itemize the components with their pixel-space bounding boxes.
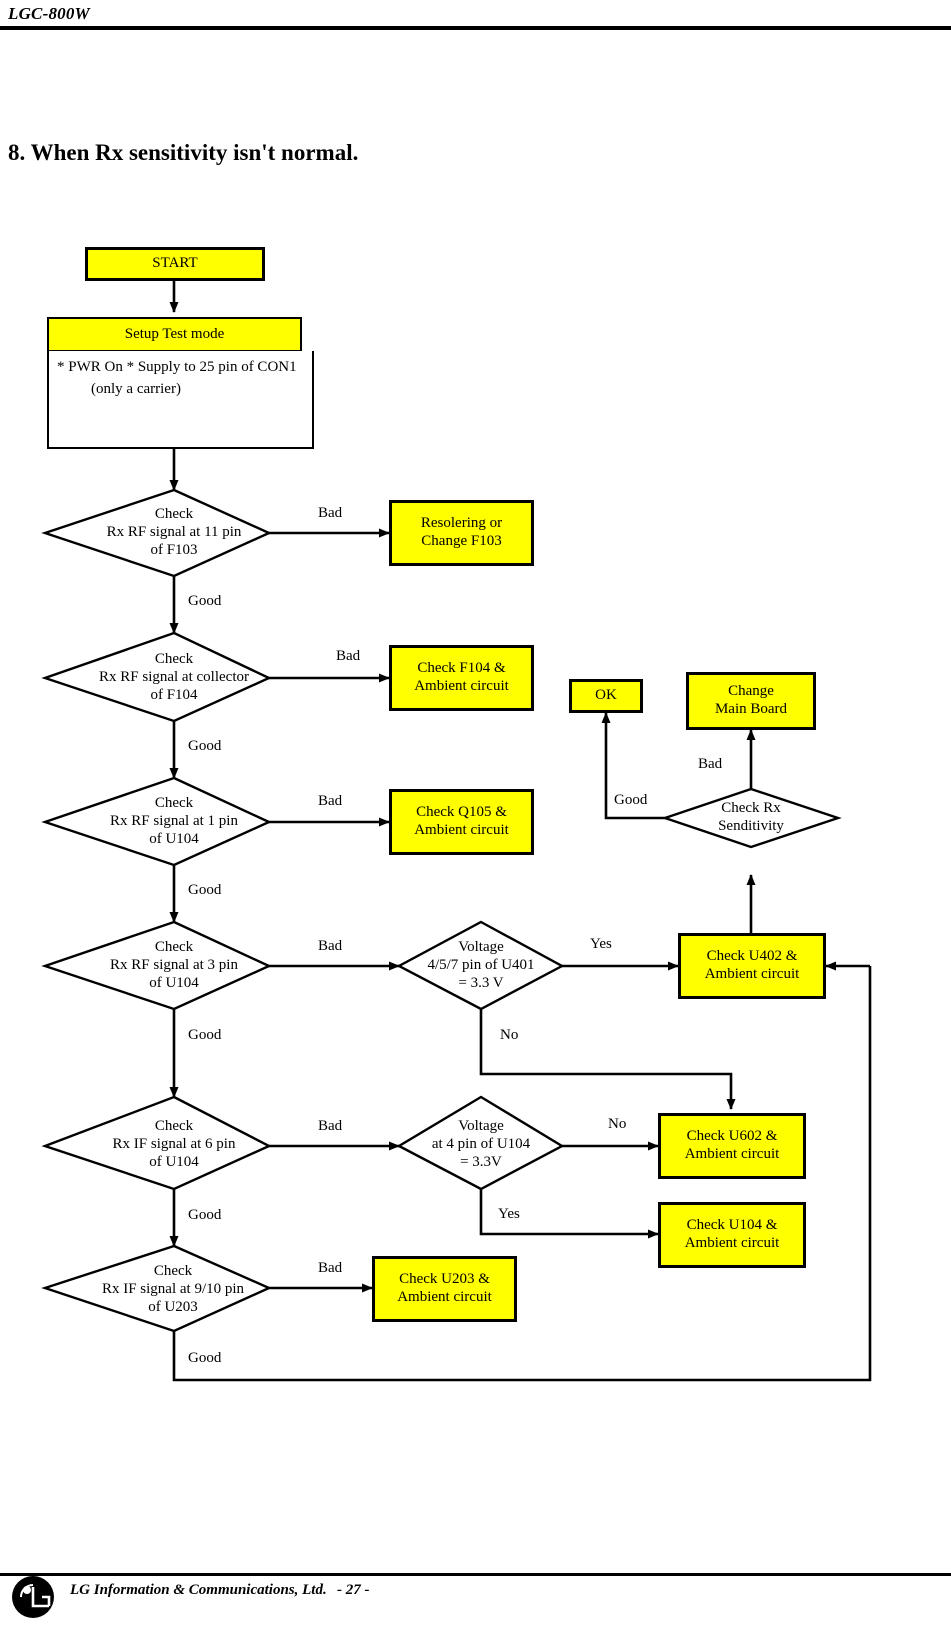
edge-label-good-1: Good [188,593,222,609]
action-line-1: Check F104 & [417,660,506,677]
edge-label-good-4: Good [188,1027,222,1043]
flow-action-ok[interactable]: OK [569,679,643,713]
flow-action-check-u203[interactable]: Check U203 & Ambient circuit [372,1256,517,1322]
action-line-2: Ambient circuit [414,678,509,694]
lg-logo-icon [12,1576,54,1618]
flow-decision-rf-f103[interactable]: Check Rx RF signal at 11 pin of F103 [45,498,303,568]
action-line-2: Change F103 [421,533,502,549]
decision-line-3: of F103 [150,541,198,558]
action-line-2: Ambient circuit [414,822,509,838]
action-line-1: Resolering or [420,515,503,532]
flow-action-check-q105[interactable]: Check Q105 & Ambient circuit [389,789,534,855]
edge-label-bad-4: Bad [318,938,343,954]
decision-line-1: Voltage [458,939,504,956]
decision-line-3: = 3.3V [460,1153,502,1170]
decision-line-2: at 4 pin of U104 [431,1136,531,1153]
edge-label-bad-6: Bad [318,1260,343,1276]
setup-line-1: * PWR On [57,359,123,375]
flow-node-setup-body: * PWR On * Supply to 25 pin of CON1 (onl… [47,351,314,449]
action-line-2: Ambient circuit [397,1289,492,1305]
flow-node-setup-header[interactable]: Setup Test mode [47,317,302,351]
decision-line-1: Check [154,795,194,812]
setup-line-3: (only a carrier) [91,380,181,397]
flow-decision-rf-u104-3pin[interactable]: Check Rx RF signal at 3 pin of U104 [45,931,303,1001]
decision-line-2: Rx RF signal at 1 pin [110,813,238,830]
decision-line-1: Check Rx [721,800,781,817]
decision-line-1: Check [154,651,194,668]
edge-label-no-1: No [500,1027,519,1043]
decision-line-3: of F104 [150,686,198,703]
edge-label-no-2: No [608,1116,627,1132]
decision-line-2: Senditivity [718,818,784,834]
flow-decision-voltage-u401[interactable]: Voltage 4/5/7 pin of U401 = 3.3 V [399,931,563,1001]
decision-line-2: Rx RF signal at 11 pin [106,524,242,541]
flow-decision-if-u203[interactable]: Check Rx IF signal at 9/10 pin of U203 [42,1255,304,1325]
flow-action-check-u104[interactable]: Check U104 & Ambient circuit [658,1202,806,1268]
decision-line-1: Check [154,1118,194,1135]
action-line-2: Ambient circuit [684,1146,780,1162]
flow-decision-voltage-u104[interactable]: Voltage at 4 pin of U104 = 3.3V [399,1110,563,1180]
decision-line-1: Voltage [458,1118,504,1135]
decision-line-3: of U104 [149,1153,199,1170]
flow-decision-rf-f104[interactable]: Check Rx RF signal at collector of F104 [40,643,308,713]
edge-label-good-rx: Good [614,792,648,808]
flow-action-resolder-f103[interactable]: Resolering or Change F103 [389,500,534,566]
action-line-1: Check U602 & [686,1128,778,1145]
edge-label-bad-5: Bad [318,1118,343,1134]
action-line-1: Change [728,683,774,700]
action-line-1: Check U203 & [399,1271,490,1288]
edge-label-good-3: Good [188,882,222,898]
flow-action-check-u402[interactable]: Check U402 & Ambient circuit [678,933,826,999]
edge-label-bad-rx: Bad [698,756,723,772]
decision-line-3: of U203 [148,1298,198,1315]
flow-decision-if-u104-6pin[interactable]: Check Rx IF signal at 6 pin of U104 [45,1110,303,1180]
document-page: LGC-800W 8. When Rx sensitivity isn't no… [0,0,951,1626]
decision-line-3: = 3.3 V [458,974,504,991]
action-line-1: Check U402 & [706,948,798,965]
edge-label-bad-2: Bad [336,648,361,664]
action-line-2: Ambient circuit [704,966,800,982]
edge-label-yes-1: Yes [590,936,612,952]
action-line-1: Check U104 & [686,1217,778,1234]
decision-line-2: Rx IF signal at 6 pin [112,1136,236,1153]
decision-line-1: Check [153,1263,193,1280]
start-label: START [152,255,198,272]
action-line-2: Ambient circuit [684,1235,780,1251]
footer-rule [0,1573,951,1576]
flow-decision-rx-sensitivity[interactable]: Check Rx Senditivity [672,795,830,841]
setup-line-2: * Supply to 25 pin of CON1 [126,359,297,375]
edge-label-good-6: Good [188,1350,222,1366]
edge-label-good-5: Good [188,1207,222,1223]
edge-label-bad-1: Bad [318,505,343,521]
edge-label-yes-2: Yes [498,1206,520,1222]
flow-node-start[interactable]: START [85,247,265,281]
decision-line-2: 4/5/7 pin of U401 [427,957,535,974]
decision-line-1: Check [154,939,194,956]
edge-label-bad-3: Bad [318,793,343,809]
flow-action-change-main-board[interactable]: Change Main Board [686,672,816,730]
footer-page-number: - 27 - [337,1582,370,1598]
footer-company: LG Information & Communications, Ltd. [70,1582,327,1598]
flow-action-check-u602[interactable]: Check U602 & Ambient circuit [658,1113,806,1179]
decision-line-2: Rx IF signal at 9/10 pin [101,1281,245,1298]
decision-line-1: Check [154,506,194,523]
decision-line-3: of U104 [149,974,199,991]
edge-label-good-2: Good [188,738,222,754]
decision-line-2: Rx RF signal at collector [99,669,249,686]
decision-line-3: of U104 [149,830,199,847]
action-line-1: OK [595,687,617,704]
decision-line-2: Rx RF signal at 3 pin [110,957,238,974]
flow-action-check-f104[interactable]: Check F104 & Ambient circuit [389,645,534,711]
setup-header-label: Setup Test mode [124,325,225,342]
action-line-2: Main Board [714,701,788,717]
flow-decision-rf-u104-1pin[interactable]: Check Rx RF signal at 1 pin of U104 [45,787,303,857]
action-line-1: Check Q105 & [416,804,507,821]
